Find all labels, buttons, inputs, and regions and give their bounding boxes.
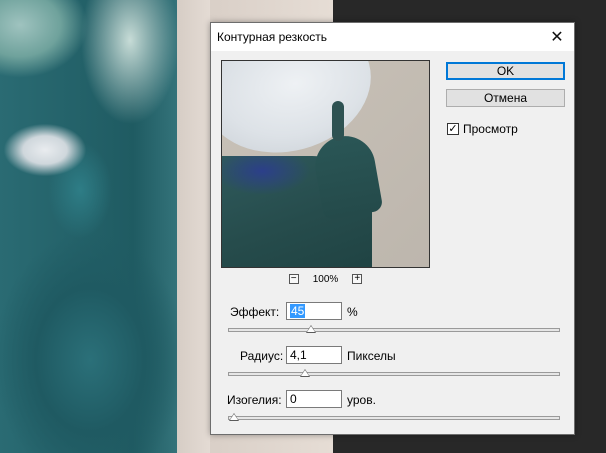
zoom-in-button[interactable]: + <box>352 274 363 284</box>
unsharp-mask-dialog: Контурная резкость ✕ − 100% + OK Отмена … <box>210 22 575 435</box>
preview-fabric-strand <box>332 101 344 141</box>
preview-fabric-fold <box>310 131 384 221</box>
preview-checkbox-label: Просмотр <box>463 122 518 136</box>
radius-input[interactable]: 4,1 <box>286 346 342 364</box>
preview-checkbox[interactable]: ✓ <box>447 123 459 135</box>
radius-slider[interactable] <box>228 369 560 377</box>
background-wall <box>177 0 210 453</box>
ok-button[interactable]: OK <box>446 62 565 80</box>
zoom-level: 100% <box>312 273 339 285</box>
amount-slider-thumb[interactable] <box>306 325 317 333</box>
amount-label: Эффект: <box>230 305 280 319</box>
threshold-unit: уров. <box>347 393 376 407</box>
preview-image[interactable] <box>221 60 430 268</box>
preview-toggle[interactable]: ✓ Просмотр <box>447 122 518 136</box>
cancel-button[interactable]: Отмена <box>446 89 565 107</box>
title-bar: Контурная резкость ✕ <box>211 23 574 51</box>
threshold-slider-thumb[interactable] <box>229 413 239 421</box>
zoom-controls: − 100% + <box>221 272 430 286</box>
amount-slider[interactable] <box>228 325 560 333</box>
close-icon[interactable]: ✕ <box>540 23 574 51</box>
threshold-input[interactable]: 0 <box>286 390 342 408</box>
threshold-value: 0 <box>290 392 297 406</box>
amount-input[interactable]: 45 <box>286 302 342 320</box>
radius-unit: Пикселы <box>347 349 396 363</box>
radius-value: 4,1 <box>290 348 307 362</box>
dialog-title: Контурная резкость <box>217 30 327 44</box>
radius-slider-thumb[interactable] <box>299 369 310 377</box>
zoom-out-button[interactable]: − <box>288 274 299 284</box>
threshold-slider[interactable] <box>228 413 560 421</box>
amount-value: 45 <box>290 304 306 318</box>
radius-label: Радиус: <box>240 349 284 363</box>
amount-unit: % <box>347 305 358 319</box>
threshold-label: Изогелия: <box>227 393 282 407</box>
